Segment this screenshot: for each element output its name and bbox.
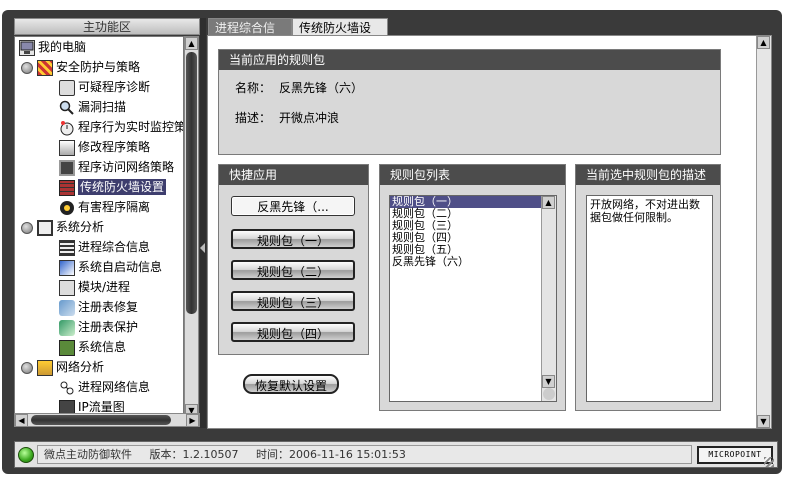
apply-fanhei-button[interactable]: 反黑先锋（... bbox=[231, 196, 355, 216]
tree-node-suspicious-diagnosis[interactable]: 可疑程序诊断 bbox=[59, 77, 150, 97]
description-text: 开放网络，不对进出数据包做任何限制。 bbox=[586, 195, 713, 402]
scroll-up-icon[interactable]: ▲ bbox=[757, 36, 770, 49]
package-description: 开微点冲浪 bbox=[279, 111, 340, 125]
edit-policy-icon bbox=[59, 139, 75, 156]
scroll-up-icon[interactable]: ▲ bbox=[185, 37, 198, 50]
tree-node-registry-repair[interactable]: 注册表修复 bbox=[59, 297, 138, 317]
tree-node-my-computer[interactable]: 我的电脑 bbox=[19, 37, 86, 57]
package-listbox[interactable]: 规则包（一） 规则包（二） 规则包（三） 规则包（四） 规则包（五） 反黑先锋（… bbox=[389, 195, 557, 402]
status-bar: 微点主动防御软件 版本：1.2.10507 时间：2006-11-16 15:0… bbox=[14, 441, 778, 468]
tree-node-network-analysis[interactable]: 网络分析 bbox=[21, 357, 104, 377]
tree-node-startup-info[interactable]: 系统自启动信息 bbox=[59, 257, 162, 277]
system-analysis-icon bbox=[37, 219, 53, 236]
tree-node-network-policy[interactable]: 程序访问网络策略 bbox=[59, 157, 174, 177]
name-label: 名称： bbox=[235, 81, 272, 95]
startup-icon bbox=[59, 259, 75, 276]
tree-vertical-scrollbar[interactable]: ▲ ▼ bbox=[184, 36, 199, 418]
scroll-down-icon[interactable]: ▼ bbox=[757, 415, 770, 428]
tree-node-module-process[interactable]: 模块/进程 bbox=[59, 277, 130, 297]
apply-package-4-button[interactable]: 规则包（四） bbox=[231, 322, 355, 342]
network-analysis-icon bbox=[37, 359, 53, 376]
status-led-icon bbox=[18, 447, 34, 463]
listbox-scrollbar[interactable]: ▲ ▼ bbox=[541, 196, 556, 401]
tree-node-firewall-settings[interactable]: 传统防火墙设置 bbox=[59, 177, 167, 197]
content-vertical-scrollbar[interactable]: ▲ ▼ bbox=[756, 36, 771, 428]
tree-node-vulnerability-scan[interactable]: 漏洞扫描 bbox=[59, 97, 126, 117]
module-icon bbox=[59, 279, 75, 296]
apply-package-2-button[interactable]: 规则包（二） bbox=[231, 260, 355, 280]
tree-node-security-policy[interactable]: 安全防护与策略 bbox=[21, 57, 140, 77]
package-list-panel: 规则包列表 规则包（一） 规则包（二） 规则包（三） 规则包（四） 规则包（五）… bbox=[379, 164, 566, 411]
scroll-thumb[interactable] bbox=[543, 388, 555, 400]
navigation-tree[interactable]: 我的电脑 安全防护与策略 可疑程序诊断 漏洞扫描 程序行为实时监控策 修改程序策… bbox=[14, 36, 184, 418]
resize-grip-icon[interactable] bbox=[764, 457, 774, 467]
scroll-up-icon[interactable]: ▲ bbox=[542, 196, 555, 209]
tree-node-modify-policy[interactable]: 修改程序策略 bbox=[59, 137, 150, 157]
process-icon bbox=[59, 239, 75, 256]
tree-node-registry-protect[interactable]: 注册表保护 bbox=[59, 317, 138, 337]
tree-node-system-analysis[interactable]: 系统分析 bbox=[21, 217, 104, 237]
time-label: 时间： bbox=[255, 448, 289, 461]
package-name: 反黑先锋（六） bbox=[279, 81, 364, 95]
registry-protect-icon bbox=[59, 319, 75, 336]
tree-node-quarantine[interactable]: 有害程序隔离 bbox=[59, 197, 150, 217]
version-label: 版本： bbox=[149, 448, 183, 461]
tree-node-process-info[interactable]: 进程综合信息 bbox=[59, 237, 150, 257]
firewall-icon bbox=[59, 179, 75, 196]
collapse-left-icon[interactable] bbox=[200, 243, 205, 253]
collapse-toggle-icon[interactable] bbox=[21, 61, 33, 74]
collapse-toggle-icon[interactable] bbox=[21, 221, 33, 234]
scroll-left-icon[interactable]: ◀ bbox=[15, 414, 28, 427]
tab-process-info[interactable]: 进程综合信息 bbox=[208, 18, 292, 53]
scroll-thumb[interactable] bbox=[186, 52, 197, 314]
panel-title: 快捷应用 bbox=[219, 165, 368, 185]
scroll-thumb[interactable] bbox=[31, 415, 171, 425]
registry-repair-icon bbox=[59, 299, 75, 316]
restore-defaults-button[interactable]: 恢复默认设置 bbox=[243, 374, 339, 394]
time-value: 2006-11-16 15:01:53 bbox=[288, 448, 406, 461]
tree-node-system-info[interactable]: 系统信息 bbox=[59, 337, 126, 357]
scroll-down-icon[interactable]: ▼ bbox=[542, 375, 555, 388]
status-info: 微点主动防御软件 版本：1.2.10507 时间：2006-11-16 15:0… bbox=[37, 445, 692, 464]
scroll-right-icon[interactable]: ▶ bbox=[186, 414, 199, 427]
apply-package-3-button[interactable]: 规则包（三） bbox=[231, 291, 355, 311]
list-item[interactable]: 反黑先锋（六） bbox=[390, 256, 556, 268]
panel-title: 规则包列表 bbox=[380, 165, 565, 185]
system-info-icon bbox=[59, 339, 75, 356]
monitor-icon bbox=[59, 120, 75, 136]
magnifier-icon bbox=[59, 100, 75, 116]
description-label: 描述： bbox=[235, 111, 272, 125]
product-name: 微点主动防御软件 bbox=[44, 448, 132, 461]
security-policy-icon bbox=[37, 59, 53, 76]
panel-splitter[interactable] bbox=[200, 18, 206, 428]
apply-package-1-button[interactable]: 规则包（一） bbox=[231, 229, 355, 249]
network-policy-icon bbox=[59, 159, 75, 176]
process-network-icon bbox=[59, 380, 75, 396]
tab-firewall-settings[interactable]: 传统防火墙设置 bbox=[292, 18, 388, 53]
computer-icon bbox=[19, 39, 35, 56]
main-content: 当前应用的规则包 名称： 反黑先锋（六） 描述： 开微点冲浪 快捷应用 反黑先锋… bbox=[207, 35, 772, 429]
panel-title: 当前应用的规则包 bbox=[219, 50, 720, 70]
selected-description-panel: 当前选中规则包的描述 开放网络，不对进出数据包做任何限制。 bbox=[575, 164, 721, 411]
tree-horizontal-scrollbar[interactable]: ◀ ▶ bbox=[14, 413, 200, 427]
version-value: 1.2.10507 bbox=[182, 448, 239, 461]
tree-node-behavior-monitor[interactable]: 程序行为实时监控策 bbox=[59, 117, 183, 137]
sidebar-header: 主功能区 bbox=[14, 18, 200, 35]
tree-node-process-network[interactable]: 进程网络信息 bbox=[59, 377, 150, 397]
quarantine-icon bbox=[59, 200, 75, 216]
collapse-toggle-icon[interactable] bbox=[21, 361, 33, 374]
diagnosis-icon bbox=[59, 79, 75, 96]
current-package-panel: 当前应用的规则包 名称： 反黑先锋（六） 描述： 开微点冲浪 bbox=[218, 49, 721, 155]
panel-title: 当前选中规则包的描述 bbox=[576, 165, 720, 185]
micropoint-logo: MICROPOINT bbox=[697, 446, 773, 464]
quick-apply-panel: 快捷应用 反黑先锋（... 规则包（一） 规则包（二） 规则包（三） 规则包（四… bbox=[218, 164, 369, 355]
